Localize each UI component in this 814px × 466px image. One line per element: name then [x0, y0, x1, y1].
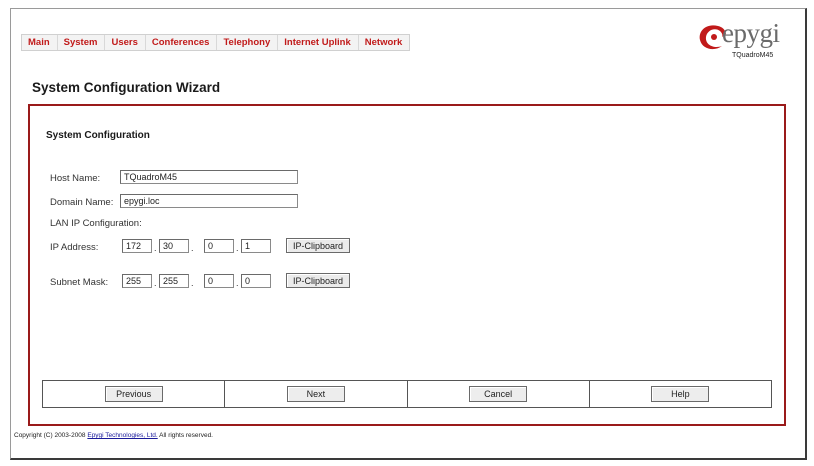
epygi-logo: epygi TQuadroM45 — [696, 18, 802, 66]
ip-octet-4[interactable] — [241, 239, 271, 253]
next-button[interactable]: Next — [286, 386, 345, 402]
copyright-prefix: Copyright (C) 2003-2008 — [14, 432, 88, 439]
domain-name-label: Domain Name: — [50, 197, 114, 208]
section-title: System Configuration — [46, 130, 150, 141]
ip-octet-2[interactable] — [159, 239, 189, 253]
ip-separator: . — [236, 243, 239, 253]
domain-name-input[interactable] — [120, 194, 298, 208]
ip-octet-1[interactable] — [122, 239, 152, 253]
subnet-octet-3[interactable] — [204, 274, 234, 288]
help-button[interactable]: Help — [651, 386, 710, 402]
subnet-separator: . — [191, 278, 194, 288]
copyright-footer: Copyright (C) 2003-2008 Epygi Technologi… — [14, 432, 213, 439]
ip-separator: . — [154, 243, 157, 253]
model-name: TQuadroM45 — [732, 52, 774, 59]
button-cell: Help — [590, 381, 771, 407]
lan-ip-config-label: LAN IP Configuration: — [50, 218, 142, 229]
nav-item-conferences[interactable]: Conferences — [146, 35, 218, 50]
previous-button[interactable]: Previous — [104, 386, 163, 402]
cancel-button[interactable]: Cancel — [469, 386, 528, 402]
button-cell: Previous — [43, 381, 226, 407]
subnet-separator: . — [236, 278, 239, 288]
epygi-link[interactable]: Epygi Technologies, Ltd. — [87, 432, 157, 439]
subnet-mask-label: Subnet Mask: — [50, 277, 109, 288]
ip-clipboard-button[interactable]: IP-Clipboard — [286, 238, 351, 253]
nav-item-internet-uplink[interactable]: Internet Uplink — [278, 35, 359, 50]
ip-separator: . — [191, 243, 194, 253]
nav-item-network[interactable]: Network — [359, 35, 409, 50]
page-title: System Configuration Wizard — [32, 80, 221, 95]
main-navigation: Main System Users Conferences Telephony … — [21, 34, 411, 51]
subnet-separator: . — [154, 278, 157, 288]
button-cell: Cancel — [408, 381, 590, 407]
host-name-input[interactable] — [120, 170, 298, 184]
nav-item-main[interactable]: Main — [22, 35, 58, 50]
nav-item-telephony[interactable]: Telephony — [217, 35, 279, 50]
nav-item-users[interactable]: Users — [105, 35, 146, 50]
wizard-button-bar: Previous Next Cancel Help — [42, 380, 772, 408]
subnet-octet-4[interactable] — [241, 274, 271, 288]
copyright-suffix: All rights reserved. — [157, 432, 213, 439]
nav-item-system[interactable]: System — [58, 35, 106, 50]
subnet-octet-2[interactable] — [159, 274, 189, 288]
wizard-panel: System Configuration Host Name: Domain N… — [28, 104, 786, 426]
ip-octet-3[interactable] — [204, 239, 234, 253]
subnet-clipboard-button[interactable]: IP-Clipboard — [286, 273, 351, 288]
button-cell: Next — [225, 381, 408, 407]
subnet-octet-1[interactable] — [122, 274, 152, 288]
ip-address-label: IP Address: — [50, 242, 99, 253]
host-name-label: Host Name: — [50, 173, 101, 184]
logo-text: epygi — [722, 18, 780, 48]
